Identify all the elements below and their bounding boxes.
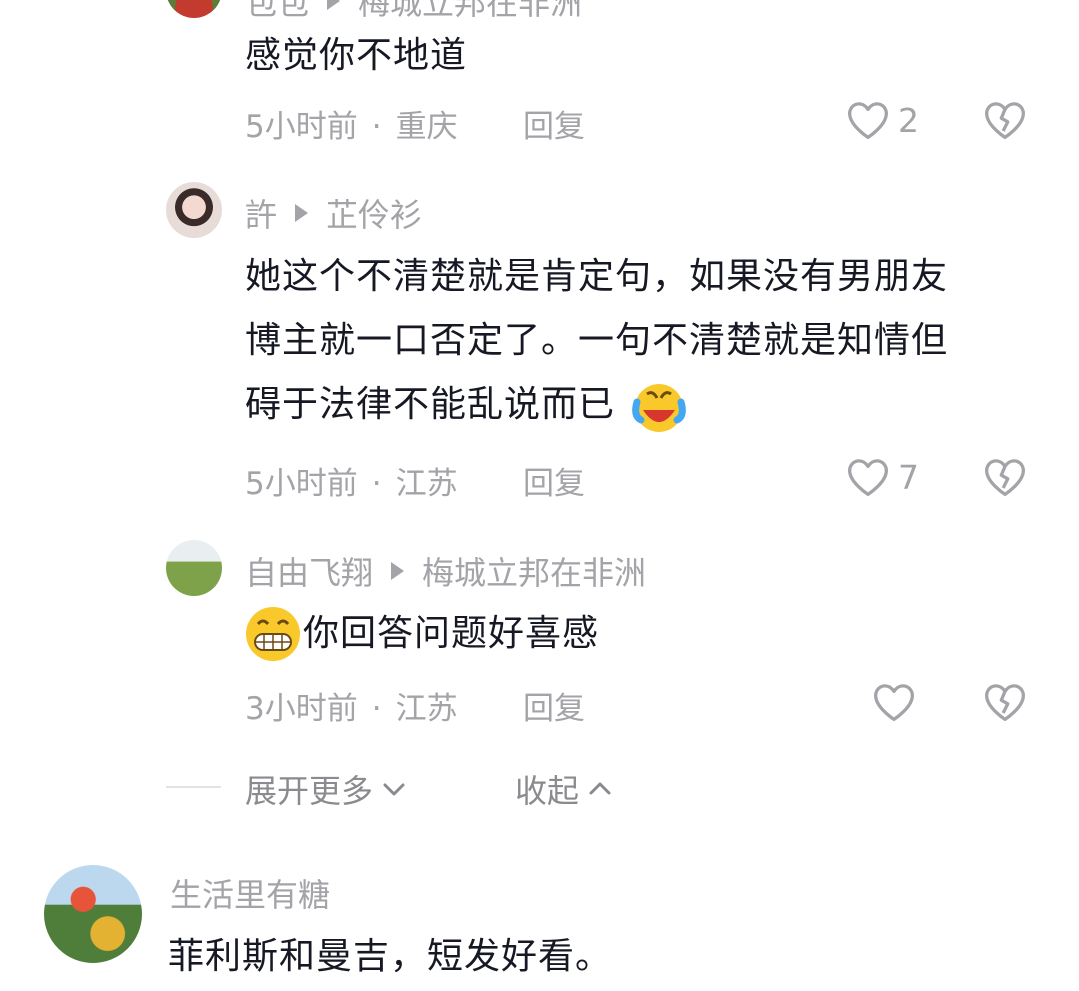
like-count: 2	[898, 100, 919, 140]
grinning-emoji	[246, 607, 300, 661]
comment-author-line: 包包 梅城立邦在非洲	[245, 0, 582, 24]
comment-meta: 5小时前 · 重庆	[245, 109, 458, 145]
heart-outline-icon	[848, 459, 888, 497]
comment-author[interactable]: 包包	[245, 0, 309, 24]
dislike-button[interactable]	[983, 681, 1027, 727]
avatar[interactable]	[44, 865, 142, 963]
dislike-button[interactable]	[983, 99, 1027, 145]
comment-location: 江苏	[395, 691, 458, 727]
like-button[interactable]	[872, 681, 924, 723]
expand-more-label: 展开更多	[245, 772, 374, 810]
comment-author[interactable]: 自由飞翔	[245, 548, 373, 594]
comment-author[interactable]: 生活里有糖	[170, 870, 330, 916]
comment-text: 感觉你不地道	[245, 35, 468, 76]
comment-author-line: 自由飞翔 梅城立邦在非洲	[245, 548, 646, 594]
avatar[interactable]	[166, 0, 222, 18]
comment-time: 3小时前	[245, 691, 358, 727]
comment-meta: 5小时前 · 江苏	[245, 466, 458, 502]
reply-button[interactable]: 回复	[523, 101, 585, 146]
comment-text: 菲利斯和曼吉，短发好看。	[168, 936, 613, 977]
comment-location: 重庆	[395, 109, 458, 145]
play-triangle-icon	[295, 204, 309, 222]
laughing-tears-emoji	[632, 384, 687, 432]
comment-text-line-content: 碍于法律不能乱说而已	[245, 384, 616, 425]
collapse-button[interactable]: 收起	[515, 766, 615, 812]
broken-heart-icon	[985, 459, 1025, 497]
reply-to-author[interactable]: 梅城立邦在非洲	[358, 0, 582, 24]
like-count: 7	[898, 457, 919, 497]
heart-outline-icon	[874, 684, 914, 722]
comment-author[interactable]: 許	[245, 190, 277, 236]
comment-text-line: 碍于法律不能乱说而已	[245, 373, 1045, 437]
comment-text: 你回答问题好喜感	[243, 602, 599, 666]
play-triangle-icon	[391, 562, 405, 580]
comment-location: 江苏	[395, 466, 458, 502]
avatar[interactable]	[166, 182, 222, 238]
chevron-down-icon	[383, 783, 405, 796]
heart-outline-icon	[848, 102, 888, 140]
reply-button[interactable]: 回复	[523, 458, 585, 503]
play-triangle-icon	[327, 0, 341, 10]
comment-time: 5小时前	[245, 109, 358, 145]
divider	[166, 786, 221, 788]
reply-button[interactable]: 回复	[523, 683, 585, 728]
chevron-up-icon	[589, 782, 611, 795]
comment-text-content: 你回答问题好喜感	[303, 613, 600, 654]
comment-text-line: 博主就一口否定了。一句不清楚就是知情但	[245, 320, 949, 361]
collapse-label: 收起	[515, 772, 580, 810]
comment-author-line: 許 芷伶衫	[245, 190, 422, 236]
like-button[interactable]: 2	[846, 99, 919, 141]
avatar[interactable]	[166, 540, 222, 596]
comment-meta: 3小时前 · 江苏	[245, 691, 458, 727]
like-button[interactable]: 7	[846, 456, 919, 498]
reply-to-author[interactable]: 芷伶衫	[326, 190, 422, 236]
comment-text-line: 她这个不清楚就是肯定句，如果没有男朋友	[245, 256, 949, 297]
dislike-button[interactable]	[983, 456, 1027, 502]
comment-time: 5小时前	[245, 466, 358, 502]
reply-to-author[interactable]: 梅城立邦在非洲	[422, 548, 646, 594]
expand-more-button[interactable]: 展开更多	[245, 766, 409, 812]
comment-text: 她这个不清楚就是肯定句，如果没有男朋友 博主就一口否定了。一句不清楚就是知情但 …	[245, 245, 1045, 437]
broken-heart-icon	[985, 684, 1025, 722]
broken-heart-icon	[985, 102, 1025, 140]
